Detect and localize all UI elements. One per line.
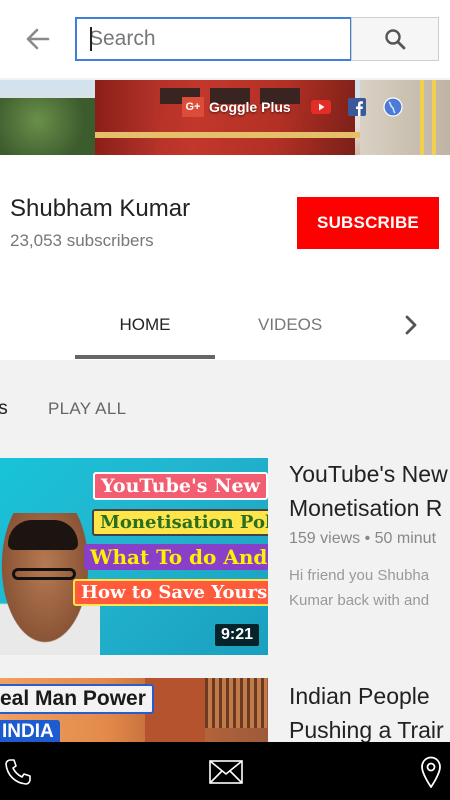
channel-name: Shubham Kumar [10,195,191,222]
location-button[interactable] [416,756,446,788]
youtube-link[interactable] [310,97,331,117]
search-input[interactable] [77,19,350,59]
video-duration-badge: 9:21 [215,624,260,646]
active-tab-indicator [75,355,215,359]
video-title[interactable]: Monetisation R [289,492,450,524]
section-title: ls [0,398,8,419]
mail-icon [209,760,243,784]
call-button[interactable] [2,756,34,788]
video-list-item[interactable]: YouTube's New Monetisation Policy What T… [0,458,450,658]
thumbnail-text: What To do And [84,544,268,570]
banner-trees [0,98,95,155]
video-description: Hi friend you Shubha [289,567,430,584]
video-meta: 159 views • 50 minut [289,530,437,547]
website-link[interactable] [383,97,403,117]
thumbnail-text: YouTube's New [93,472,268,500]
banner-pole [420,80,424,155]
thumbnail-person-hair [8,520,78,550]
video-title[interactable]: Indian People [289,680,450,712]
play-all-button[interactable]: PLAY ALL [48,399,126,419]
email-button[interactable] [209,756,243,788]
video-thumbnail[interactable]: YouTube's New Monetisation Policy What T… [0,458,268,655]
thumbnail-train-door [145,678,205,742]
video-description: Kumar back with and [289,592,430,609]
app-screen: G+ Goggle Plus [0,0,450,800]
thumbnail-text: How to Save Yourself [73,579,268,606]
thumbnail-text: Monetisation Policy [92,509,268,536]
text-caret [90,27,92,51]
location-pin-icon [421,756,441,788]
globe-icon [383,97,403,117]
tab-home[interactable]: HOME [75,315,215,335]
facebook-link[interactable] [347,97,367,117]
google-plus-link[interactable]: G+ Goggle Plus [182,97,291,117]
search-icon [385,29,406,50]
social-links: G+ Goggle Plus [182,96,403,118]
video-title[interactable]: YouTube's New [289,458,450,490]
thumbnail-train-grate [205,678,267,728]
subscriber-count: 23,053 subscribers [10,231,154,250]
banner-train-stripe [95,132,395,138]
arrow-left-icon [26,28,50,50]
back-button[interactable] [20,24,54,54]
banner-pole [432,80,436,155]
facebook-icon [347,98,366,116]
tab-videos[interactable]: VIDEOS [258,315,322,335]
tabs-next-button[interactable] [400,313,422,337]
google-plus-icon: G+ [182,97,204,117]
chevron-right-icon [405,315,417,335]
google-plus-label: Goggle Plus [209,99,291,115]
youtube-icon [310,100,331,114]
thumbnail-text: eal Man Power [0,684,154,714]
search-field[interactable] [75,17,352,61]
bottom-action-bar [0,742,450,800]
subscribe-button[interactable]: SUBSCRIBE [297,197,439,249]
thumbnail-person-glasses [12,568,76,580]
channel-header: Shubham Kumar 23,053 subscribers SUBSCRI… [0,155,450,360]
banner-train-front [95,80,155,155]
phone-icon [5,759,31,785]
channel-banner: G+ Goggle Plus [0,80,450,155]
video-list-item[interactable]: eal Man Power INDIA Indian People Pushin… [0,678,450,743]
search-button[interactable] [351,17,439,61]
video-thumbnail[interactable]: eal Man Power INDIA [0,678,268,742]
thumbnail-text: INDIA [0,720,60,742]
top-search-bar [0,0,450,78]
